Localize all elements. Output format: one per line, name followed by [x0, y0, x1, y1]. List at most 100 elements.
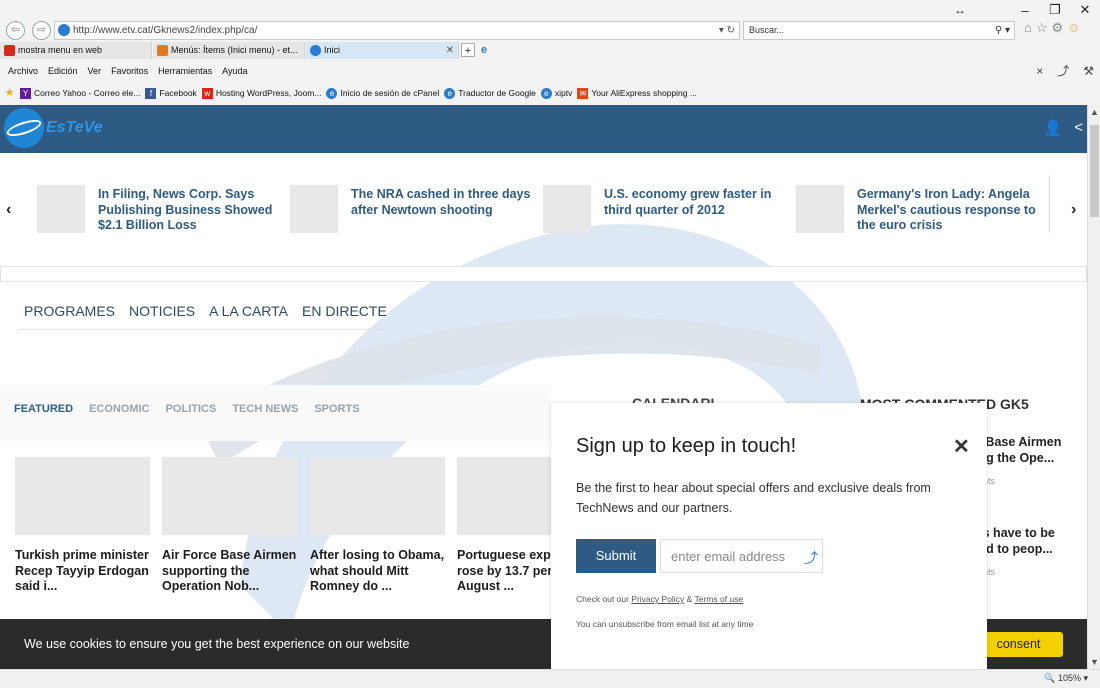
menu-archivo[interactable]: Archivo: [8, 61, 38, 81]
article-card[interactable]: Air Force Base Airmen supporting the Ope…: [162, 457, 297, 595]
wrench-icon[interactable]: ⚒: [1083, 61, 1094, 81]
terms-of-use-link[interactable]: Terms of use: [694, 594, 743, 604]
tab-inici[interactable]: Inici ✕: [306, 42, 459, 59]
tab-sports[interactable]: SPORTS: [314, 403, 359, 415]
article-card[interactable]: Portuguese expo rose by 13.7 perc August…: [457, 457, 559, 595]
tab-label: Menús: Ítems (Inici menu) - et...: [171, 45, 298, 55]
ticker-item[interactable]: The NRA cashed in three days after Newto…: [290, 185, 540, 237]
tab-tech-news[interactable]: TECH NEWS: [232, 403, 298, 415]
tab-politics[interactable]: POLITICS: [166, 403, 217, 415]
fav-xiptv[interactable]: e xiptv: [540, 82, 572, 104]
web-page: EsTeVe 👤 < ‹ In Filing, News Corp. Says …: [0, 105, 1087, 669]
close-tab-icon[interactable]: ✕: [446, 42, 454, 59]
fav-aliexpress[interactable]: ✉ Your AliExpress shopping ...: [577, 82, 697, 104]
send-icon[interactable]: ⤴: [804, 548, 818, 568]
ticker-thumbnail: [543, 185, 591, 233]
menu-ayuda[interactable]: Ayuda: [222, 61, 247, 81]
fav-cpanel[interactable]: e Inicio de sesión de cPanel: [326, 82, 439, 104]
ie-icon: [58, 24, 70, 36]
tab-featured[interactable]: FEATURED: [14, 403, 73, 415]
ticker-item[interactable]: Germany's Iron Lady: Angela Merkel's cau…: [796, 185, 1046, 237]
page-scrollbar[interactable]: ▲ ▼: [1087, 105, 1100, 669]
article-image: [15, 457, 150, 535]
forward-button[interactable]: ⇨: [32, 21, 51, 40]
address-bar[interactable]: http://www.etv.cat/Gknews2/index.php/ca/…: [54, 21, 740, 40]
close-popup-icon[interactable]: ✕: [953, 434, 970, 459]
search-box[interactable]: Buscar... ⚲ ▾: [743, 21, 1015, 40]
refresh-icon[interactable]: ▾ ↻: [719, 22, 735, 39]
resize-icon[interactable]: ↔: [945, 3, 975, 17]
article-card[interactable]: After losing to Obama, what should Mitt …: [310, 457, 445, 595]
minimize-button[interactable]: –: [1010, 3, 1040, 18]
window-controls: ↔ – ❐ ✕: [954, 0, 1100, 20]
signup-popup: Sign up to keep in touch! ✕ Be the first…: [551, 403, 987, 669]
scroll-up-icon[interactable]: ▲: [1090, 107, 1099, 117]
ticker-title[interactable]: U.S. economy grew faster in third quarte…: [604, 187, 784, 218]
submit-button[interactable]: Submit: [576, 539, 656, 573]
ticker-title[interactable]: In Filing, News Corp. Says Publishing Bu…: [98, 187, 278, 234]
fav-yahoo[interactable]: Y Correo Yahoo - Correo ele...: [20, 82, 140, 104]
nav-noticies[interactable]: NOTICIES: [129, 303, 195, 329]
menu-ver[interactable]: Ver: [88, 61, 102, 81]
side-article-title[interactable]: e Base Airmen ing the Ope...: [975, 435, 1087, 466]
ie-icon[interactable]: e: [477, 43, 491, 57]
close-icon[interactable]: ×: [1036, 61, 1043, 81]
site-logo[interactable]: [4, 108, 44, 148]
side-title-line: ns have to be: [975, 526, 1055, 540]
gear-icon[interactable]: ⚙: [1052, 20, 1064, 36]
ticker-prev-icon[interactable]: ‹: [6, 201, 11, 219]
unsubscribe-text: You can unsubscribe from email list at a…: [576, 619, 754, 629]
fav-traductor[interactable]: e Traductor de Google: [444, 82, 536, 104]
side-article-title[interactable]: ns have to be ted to peop...: [975, 526, 1087, 557]
nav-a-la-carta[interactable]: A LA CARTA: [209, 303, 288, 329]
zoom-control[interactable]: 🔍 105% ▾: [1044, 673, 1088, 684]
ie-icon: [310, 45, 321, 56]
menu-tools: × ⤴ ⚒: [1036, 61, 1094, 81]
home-icon[interactable]: ⌂: [1024, 20, 1032, 36]
restore-button[interactable]: ❐: [1040, 2, 1070, 18]
terms-amp: &: [686, 594, 693, 604]
tab-label: mostra menu en web: [18, 45, 103, 55]
user-icon[interactable]: 👤: [1044, 119, 1063, 137]
new-tab-button[interactable]: +: [461, 43, 475, 57]
side-title-line: e Base Airmen: [975, 435, 1062, 449]
share-icon[interactable]: <: [1074, 119, 1083, 137]
joomla-icon: [157, 45, 168, 56]
article-title[interactable]: After losing to Obama, what should Mitt …: [310, 548, 445, 595]
article-image: [162, 457, 297, 535]
email-field[interactable]: [661, 540, 796, 572]
back-button[interactable]: ⇦: [6, 21, 25, 40]
article-image: [457, 457, 557, 535]
article-card[interactable]: Turkish prime minister Recep Tayyip Erdo…: [15, 457, 150, 595]
pin-icon[interactable]: ⤴: [1057, 61, 1069, 81]
popup-description: Be the first to hear about special offer…: [576, 481, 931, 515]
ticker-item[interactable]: U.S. economy grew faster in third quarte…: [543, 185, 793, 237]
article-image: [310, 457, 445, 535]
article-title[interactable]: Air Force Base Airmen supporting the Ope…: [162, 548, 297, 595]
tab-mostra-menu[interactable]: mostra menu en web: [0, 42, 152, 59]
menu-herramientas[interactable]: Herramientas: [158, 61, 212, 81]
ticker-title[interactable]: The NRA cashed in three days after Newto…: [351, 187, 531, 218]
ticker-thumbnail: [290, 185, 338, 233]
favorites-star-icon[interactable]: ★: [4, 82, 15, 104]
ticker-title[interactable]: Germany's Iron Lady: Angela Merkel's cau…: [857, 187, 1037, 234]
fav-facebook[interactable]: f Facebook: [145, 82, 197, 104]
menu-favoritos[interactable]: Favoritos: [111, 61, 148, 81]
fav-hosting[interactable]: w Hosting WordPress, Joom...: [201, 82, 321, 104]
tab-economic[interactable]: ECONOMIC: [89, 403, 150, 415]
ticker-next-icon[interactable]: ›: [1071, 201, 1076, 219]
tab-menus-items[interactable]: Menús: Ítems (Inici menu) - et...: [153, 42, 305, 59]
star-icon[interactable]: ☆: [1036, 20, 1048, 36]
article-title[interactable]: Turkish prime minister Recep Tayyip Erdo…: [15, 548, 150, 595]
privacy-policy-link[interactable]: Privacy Policy: [631, 594, 684, 604]
close-window-button[interactable]: ✕: [1070, 2, 1100, 18]
ticker-divider: [1049, 175, 1050, 233]
ticker-item[interactable]: In Filing, News Corp. Says Publishing Bu…: [37, 185, 287, 237]
nav-programes[interactable]: PROGRAMES: [24, 303, 115, 329]
nav-en-directe[interactable]: EN DIRECTE: [302, 303, 387, 329]
smiley-icon[interactable]: ☺: [1067, 20, 1080, 36]
menu-edicion[interactable]: Edición: [48, 61, 78, 81]
scroll-thumb[interactable]: [1090, 125, 1099, 217]
scroll-down-icon[interactable]: ▼: [1090, 657, 1099, 667]
search-icon[interactable]: ⚲ ▾: [995, 22, 1010, 39]
